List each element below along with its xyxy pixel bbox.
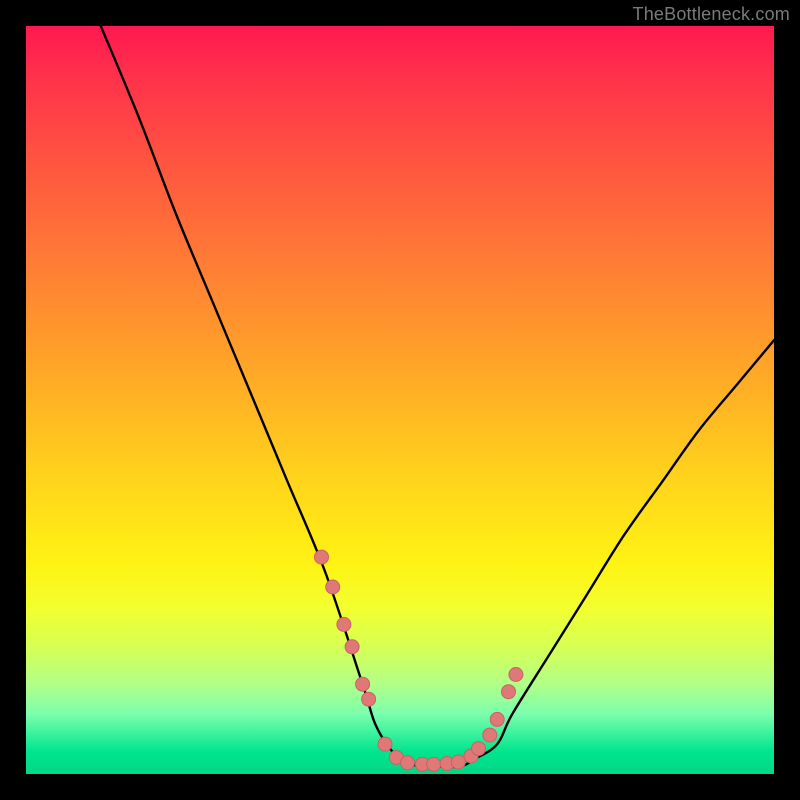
- highlight-marker: [356, 677, 370, 691]
- highlight-marker: [326, 580, 340, 594]
- highlight-marker: [427, 757, 441, 771]
- highlight-marker: [337, 617, 351, 631]
- highlight-marker: [378, 737, 392, 751]
- highlight-marker: [401, 756, 415, 770]
- highlight-marker: [345, 640, 359, 654]
- highlight-marker: [502, 685, 516, 699]
- highlight-marker: [362, 692, 376, 706]
- curve-layer: [101, 26, 774, 767]
- highlight-marker: [483, 728, 497, 742]
- chart-stage: TheBottleneck.com: [0, 0, 800, 800]
- highlight-marker: [472, 742, 486, 756]
- plot-area: [26, 26, 774, 774]
- highlight-marker: [315, 550, 329, 564]
- watermark-text: TheBottleneck.com: [633, 4, 790, 25]
- marker-layer: [315, 550, 523, 771]
- highlight-marker: [490, 712, 504, 726]
- chart-svg: [26, 26, 774, 774]
- bottleneck-curve: [101, 26, 774, 767]
- highlight-marker: [509, 668, 523, 682]
- highlight-marker: [451, 755, 465, 769]
